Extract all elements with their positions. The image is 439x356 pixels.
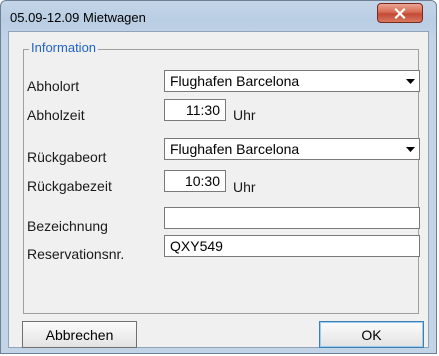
- return-time-field[interactable]: 10:30: [164, 170, 226, 192]
- reservation-label: Reservationsnr.: [27, 246, 125, 262]
- return-location-label: Rückgabeort: [27, 149, 107, 165]
- return-time-label: Rückgabezeit: [27, 178, 112, 194]
- pickup-time-field[interactable]: 11:30: [164, 99, 226, 121]
- pickup-location-value: Flughafen Barcelona: [170, 73, 300, 89]
- close-icon: [394, 7, 406, 19]
- window-title: 05.09-12.09 Mietwagen: [10, 10, 146, 25]
- cancel-button[interactable]: Abbrechen: [22, 321, 137, 348]
- pickup-time-label: Abholzeit: [27, 107, 85, 123]
- return-location-select[interactable]: Flughafen Barcelona: [164, 138, 420, 160]
- chevron-down-icon[interactable]: [402, 139, 419, 159]
- description-label: Bezeichnung: [27, 218, 108, 234]
- return-time-unit: Uhr: [233, 179, 256, 195]
- reservation-field[interactable]: QXY549: [164, 235, 420, 257]
- pickup-location-select[interactable]: Flughafen Barcelona: [164, 70, 420, 92]
- return-location-value: Flughafen Barcelona: [170, 141, 300, 157]
- chevron-down-icon[interactable]: [402, 71, 419, 91]
- dialog-window: 05.09-12.09 Mietwagen Information Abholo…: [0, 0, 437, 354]
- group-legend: Information: [29, 40, 99, 55]
- description-field[interactable]: [164, 207, 420, 229]
- close-button[interactable]: [377, 3, 423, 23]
- pickup-location-label: Abholort: [27, 78, 80, 94]
- dialog-content: Information Abholort Flughafen Barcelona…: [8, 31, 429, 348]
- ok-button[interactable]: OK: [319, 321, 424, 348]
- pickup-time-unit: Uhr: [233, 107, 256, 123]
